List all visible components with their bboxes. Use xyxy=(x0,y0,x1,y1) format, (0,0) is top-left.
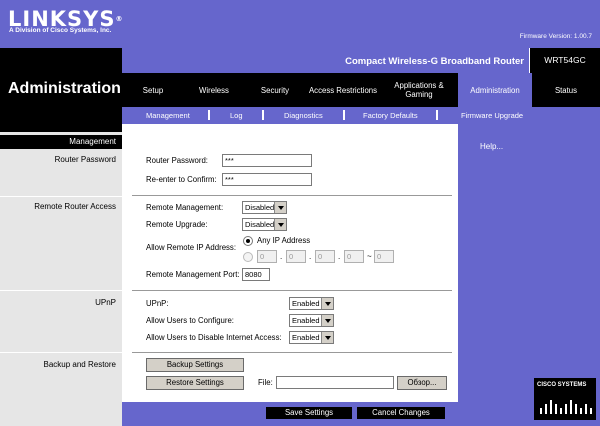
divider xyxy=(132,352,452,353)
subtab-separator xyxy=(262,110,264,120)
allow-configure-label: Allow Users to Configure: xyxy=(146,316,234,325)
divider xyxy=(0,196,122,197)
subtab-separator xyxy=(343,110,345,120)
any-ip-label: Any IP Address xyxy=(257,236,311,245)
confirm-password-input[interactable]: *** xyxy=(222,173,312,186)
ip-dot: . xyxy=(338,252,341,261)
section-title-management: Management xyxy=(0,135,122,149)
page-title: Administration xyxy=(8,80,121,97)
tab-access-restrictions[interactable]: Access Restrictions xyxy=(306,73,380,107)
cisco-logo-text: CISCO SYSTEMS xyxy=(537,382,587,388)
allow-disable-label: Allow Users to Disable Internet Access: xyxy=(146,333,282,342)
file-label: File: xyxy=(258,378,273,387)
ip-range-tilde: ~ xyxy=(367,252,372,261)
ip-dot: . xyxy=(309,252,312,261)
remote-management-select[interactable]: Disabled xyxy=(242,201,287,214)
section-label-backup: Backup and Restore xyxy=(43,360,117,369)
cisco-bridge-icon xyxy=(540,400,592,414)
subtab-management[interactable]: Management xyxy=(146,110,190,121)
divider xyxy=(132,290,452,291)
file-input[interactable] xyxy=(276,376,394,389)
remote-port-input[interactable]: 8080 xyxy=(242,268,270,281)
section-label-router-password: Router Password xyxy=(54,155,116,164)
subtab-separator xyxy=(436,110,438,120)
restore-settings-button[interactable]: Restore Settings xyxy=(146,376,244,390)
remote-upgrade-select[interactable]: Disabled xyxy=(242,218,287,231)
remote-management-label: Remote Management: xyxy=(146,203,224,212)
tab-administration[interactable]: Administration xyxy=(458,73,532,107)
sub-tabs xyxy=(122,107,600,124)
ip-octet-3[interactable]: 0 xyxy=(315,250,335,263)
subtab-firmware-upgrade[interactable]: Firmware Upgrade xyxy=(461,110,523,121)
chevron-down-icon xyxy=(321,315,333,326)
chevron-down-icon xyxy=(321,332,333,343)
backup-settings-button[interactable]: Backup Settings xyxy=(146,358,244,372)
remote-port-label: Remote Management Port: xyxy=(146,270,240,279)
divider xyxy=(0,290,122,291)
save-settings-button[interactable]: Save Settings xyxy=(266,407,352,419)
subtab-diagnostics[interactable]: Diagnostics xyxy=(284,110,323,121)
subtab-separator xyxy=(208,110,210,120)
help-link[interactable]: Help... xyxy=(480,142,503,151)
allow-configure-select[interactable]: Enabled xyxy=(289,314,334,327)
ip-octet-1[interactable]: 0 xyxy=(257,250,277,263)
tab-wireless[interactable]: Wireless xyxy=(184,73,244,107)
firmware-version: Firmware Version: 1.00.7 xyxy=(519,33,592,40)
router-password-label: Router Password: xyxy=(146,156,208,165)
subtab-log[interactable]: Log xyxy=(230,110,243,121)
section-label-upnp: UPnP xyxy=(95,298,116,307)
allow-ip-label: Allow Remote IP Address: xyxy=(146,243,236,252)
upnp-label: UPnP: xyxy=(146,299,169,308)
remote-upgrade-label: Remote Upgrade: xyxy=(146,220,208,229)
divider xyxy=(132,195,452,196)
cancel-changes-button[interactable]: Cancel Changes xyxy=(357,407,445,419)
upnp-select[interactable]: Enabled xyxy=(289,297,334,310)
model-name: WRT54GC xyxy=(530,48,600,73)
ip-octet-4[interactable]: 0 xyxy=(344,250,364,263)
tab-security[interactable]: Security xyxy=(244,73,306,107)
confirm-password-label: Re-enter to Confirm: xyxy=(146,175,217,184)
ip-range-radio[interactable] xyxy=(243,252,253,262)
any-ip-radio[interactable] xyxy=(243,236,253,246)
tab-setup[interactable]: Setup xyxy=(122,73,184,107)
allow-disable-select[interactable]: Enabled xyxy=(289,331,334,344)
subtab-factory-defaults[interactable]: Factory Defaults xyxy=(363,110,418,121)
left-column xyxy=(0,132,122,426)
logo-subtitle: A Division of Cisco Systems, Inc. xyxy=(9,27,112,34)
ip-dot: . xyxy=(280,252,283,261)
chevron-down-icon xyxy=(274,219,286,230)
router-password-input[interactable]: *** xyxy=(222,154,312,167)
tab-applications-gaming[interactable]: Applications & Gaming xyxy=(380,73,458,107)
browse-button[interactable]: Обзор... xyxy=(397,376,447,390)
section-label-remote-access: Remote Router Access xyxy=(34,202,116,211)
ip-range-end[interactable]: 0 xyxy=(374,250,394,263)
chevron-down-icon xyxy=(321,298,333,309)
tab-status[interactable]: Status xyxy=(532,73,600,107)
chevron-down-icon xyxy=(274,202,286,213)
divider xyxy=(0,352,122,353)
ip-octet-2[interactable]: 0 xyxy=(286,250,306,263)
product-name: Compact Wireless-G Broadband Router xyxy=(345,56,524,67)
